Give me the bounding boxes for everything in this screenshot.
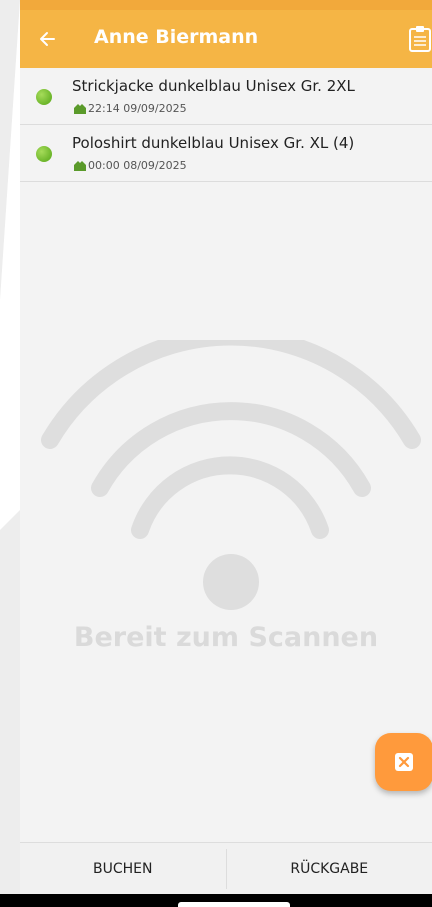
list-item[interactable]: Strickjacke dunkelblau Unisex Gr. 2XL 22… bbox=[20, 68, 432, 125]
clipboard-icon bbox=[409, 26, 431, 52]
list-item[interactable]: Poloshirt dunkelblau Unisex Gr. XL (4) 0… bbox=[20, 125, 432, 182]
item-meta: 00:00 08/09/2025 bbox=[74, 159, 187, 172]
return-button[interactable]: RÜCKGABE bbox=[227, 843, 432, 895]
bottom-action-bar: BUCHEN RÜCKGABE bbox=[20, 842, 432, 895]
app-window: Anne Biermann Strickjacke dunkelblau Uni… bbox=[20, 0, 432, 907]
item-title: Poloshirt dunkelblau Unisex Gr. XL (4) bbox=[72, 134, 355, 152]
hanger-icon bbox=[74, 103, 86, 114]
item-list: Strickjacke dunkelblau Unisex Gr. 2XL 22… bbox=[20, 68, 432, 182]
item-timestamp: 22:14 09/09/2025 bbox=[88, 102, 187, 115]
background-decoration bbox=[0, 0, 20, 907]
clear-button[interactable] bbox=[375, 733, 432, 791]
item-timestamp: 00:00 08/09/2025 bbox=[88, 159, 187, 172]
status-bar bbox=[20, 0, 432, 10]
hanger-icon bbox=[74, 160, 86, 171]
close-box-icon bbox=[395, 753, 413, 771]
item-title: Strickjacke dunkelblau Unisex Gr. 2XL bbox=[72, 77, 355, 95]
app-bar: Anne Biermann bbox=[20, 10, 432, 68]
scan-status-label: Bereit zum Scannen bbox=[73, 622, 379, 653]
back-button[interactable] bbox=[34, 24, 62, 54]
book-button[interactable]: BUCHEN bbox=[20, 843, 226, 895]
arrow-left-icon bbox=[40, 32, 55, 46]
item-meta: 22:14 09/09/2025 bbox=[74, 102, 187, 115]
screen: Anne Biermann Strickjacke dunkelblau Uni… bbox=[0, 0, 432, 907]
page-title: Anne Biermann bbox=[94, 26, 259, 48]
home-indicator[interactable] bbox=[178, 902, 290, 907]
system-nav-bar bbox=[0, 894, 432, 907]
wifi-scan-icon bbox=[41, 340, 421, 610]
status-dot-icon bbox=[36, 146, 52, 162]
clipboard-button[interactable] bbox=[408, 24, 432, 54]
status-dot-icon bbox=[36, 89, 52, 105]
